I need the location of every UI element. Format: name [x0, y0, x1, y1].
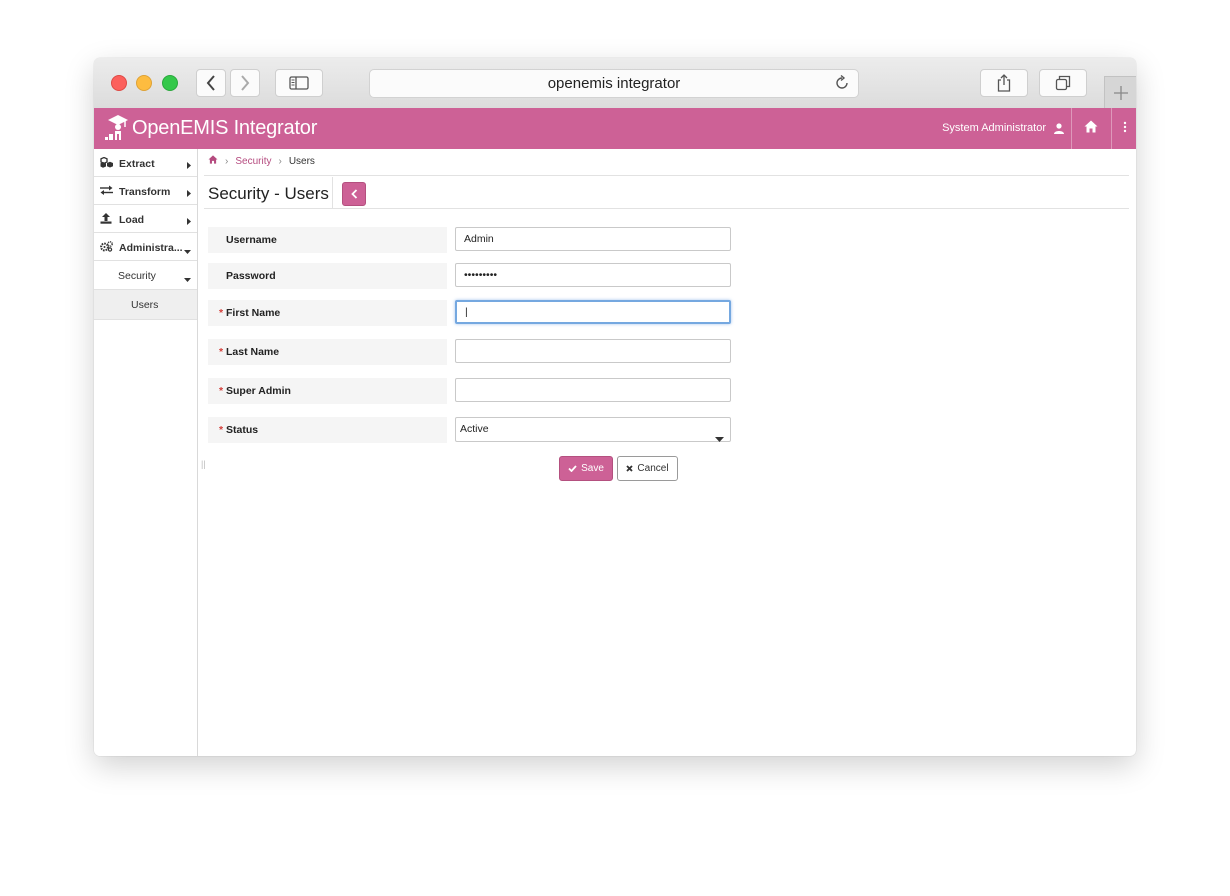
caret-right-icon	[187, 216, 191, 228]
back-nav-button[interactable]	[196, 69, 226, 97]
app-header: OpenEMIS Integrator System Administrator	[94, 108, 1136, 149]
status-selected-value: Active	[460, 423, 489, 435]
header-divider	[1111, 108, 1112, 149]
form-row-status: * Status Active	[208, 417, 733, 443]
share-icon	[997, 74, 1011, 92]
browser-toolbar: openemis integrator	[94, 58, 1136, 109]
form-row-password: Password	[208, 263, 733, 289]
chevron-left-icon	[206, 75, 215, 91]
required-marker: *	[219, 307, 224, 319]
home-button[interactable]	[1084, 120, 1098, 138]
cancel-button[interactable]: Cancel	[617, 456, 678, 481]
upload-icon	[100, 213, 112, 227]
first-name-label: * First Name	[208, 300, 447, 326]
forward-nav-button[interactable]	[230, 69, 260, 97]
breadcrumb-home-icon[interactable]	[208, 155, 218, 167]
form-row-first-name: * First Name	[208, 300, 733, 326]
sidebar-item-label: Transform	[119, 186, 171, 198]
reload-icon[interactable]	[834, 74, 850, 95]
tabs-overview-button[interactable]	[1039, 69, 1087, 97]
divider	[204, 208, 1129, 209]
header-divider	[1071, 108, 1072, 149]
required-marker: *	[219, 385, 224, 397]
app-brand[interactable]: OpenEMIS Integrator	[104, 112, 317, 144]
save-button-label: Save	[581, 463, 604, 474]
divider	[204, 175, 1129, 176]
sidebar-icon	[289, 76, 309, 90]
first-name-input[interactable]	[455, 300, 731, 324]
user-icon	[1054, 122, 1064, 134]
url-text: openemis integrator	[547, 75, 681, 92]
form-row-super-admin: * Super Admin	[208, 378, 733, 404]
app-title: OpenEMIS Integrator	[132, 116, 318, 139]
share-button[interactable]	[980, 69, 1028, 97]
sidebar-subitem-users[interactable]: Users	[94, 290, 197, 320]
caret-down-icon	[184, 245, 191, 257]
chevron-left-icon	[350, 189, 357, 199]
caret-down-icon	[715, 428, 724, 451]
exchange-icon	[100, 185, 113, 198]
openemis-logo-icon	[105, 115, 128, 140]
address-bar[interactable]: openemis integrator	[369, 69, 859, 98]
super-admin-input[interactable]	[455, 378, 731, 402]
cancel-button-label: Cancel	[637, 463, 669, 474]
status-select[interactable]: Active	[455, 417, 731, 442]
last-name-label: * Last Name	[208, 339, 447, 365]
form-row-username: Username	[208, 227, 733, 253]
username-input[interactable]	[455, 227, 731, 251]
home-icon	[1084, 120, 1098, 133]
sidebar: Extract Transform Load Administra... Sec…	[94, 149, 198, 756]
main-content: › Security › Users Security - Users User…	[198, 149, 1136, 756]
browser-window: openemis integrator OpenEMIS Integrator …	[94, 58, 1136, 756]
cubes-icon	[100, 156, 114, 171]
required-marker: *	[219, 424, 224, 436]
chevron-right-icon	[241, 75, 250, 91]
sidebar-item-administration[interactable]: Administra...	[94, 233, 197, 261]
tabs-icon	[1055, 75, 1071, 91]
plus-icon	[1114, 86, 1128, 100]
sidebar-item-transform[interactable]: Transform	[94, 177, 197, 205]
more-options-button[interactable]	[1123, 120, 1127, 138]
sidebar-item-extract[interactable]: Extract	[94, 149, 197, 177]
user-name: System Administrator	[942, 122, 1046, 134]
back-button[interactable]	[342, 182, 366, 206]
close-icon	[626, 465, 634, 472]
sidebar-toggle-button[interactable]	[275, 69, 323, 97]
username-label: Username	[208, 227, 447, 253]
sidebar-subitem-label: Security	[118, 270, 156, 282]
new-tab-button[interactable]	[1104, 76, 1136, 109]
check-icon	[568, 465, 577, 472]
title-divider	[332, 177, 333, 208]
page-title: Security - Users	[208, 184, 329, 203]
cogs-icon	[100, 241, 113, 255]
sidebar-item-label: Load	[119, 214, 145, 226]
last-name-input[interactable]	[455, 339, 731, 363]
breadcrumb-chevron-icon: ›	[278, 155, 282, 167]
password-input[interactable]	[455, 263, 731, 287]
close-window-button[interactable]	[111, 75, 127, 91]
breadcrumb-security-link[interactable]: Security	[235, 156, 271, 167]
sidebar-item-label: Extract	[119, 158, 155, 170]
form-row-last-name: * Last Name	[208, 339, 733, 365]
user-menu[interactable]: System Administrator	[942, 122, 1064, 134]
minimize-window-button[interactable]	[136, 75, 152, 91]
super-admin-label: * Super Admin	[208, 378, 447, 404]
sidebar-subitem-security[interactable]: Security	[94, 261, 197, 290]
status-label: * Status	[208, 417, 447, 443]
kebab-menu-icon	[1123, 121, 1127, 133]
sidebar-item-label: Administra...	[119, 242, 183, 254]
maximize-window-button[interactable]	[162, 75, 178, 91]
caret-right-icon	[187, 188, 191, 200]
save-button[interactable]: Save	[559, 456, 613, 481]
breadcrumb: › Security › Users	[208, 155, 315, 167]
caret-right-icon	[187, 160, 191, 172]
sidebar-subitem-label: Users	[131, 299, 159, 311]
breadcrumb-current: Users	[288, 155, 315, 167]
sidebar-item-load[interactable]: Load	[94, 205, 197, 233]
resize-handle[interactable]: ||	[201, 459, 206, 469]
breadcrumb-chevron-icon: ›	[225, 155, 229, 167]
caret-down-icon	[184, 273, 191, 285]
required-marker: *	[219, 346, 224, 358]
password-label: Password	[208, 263, 447, 289]
